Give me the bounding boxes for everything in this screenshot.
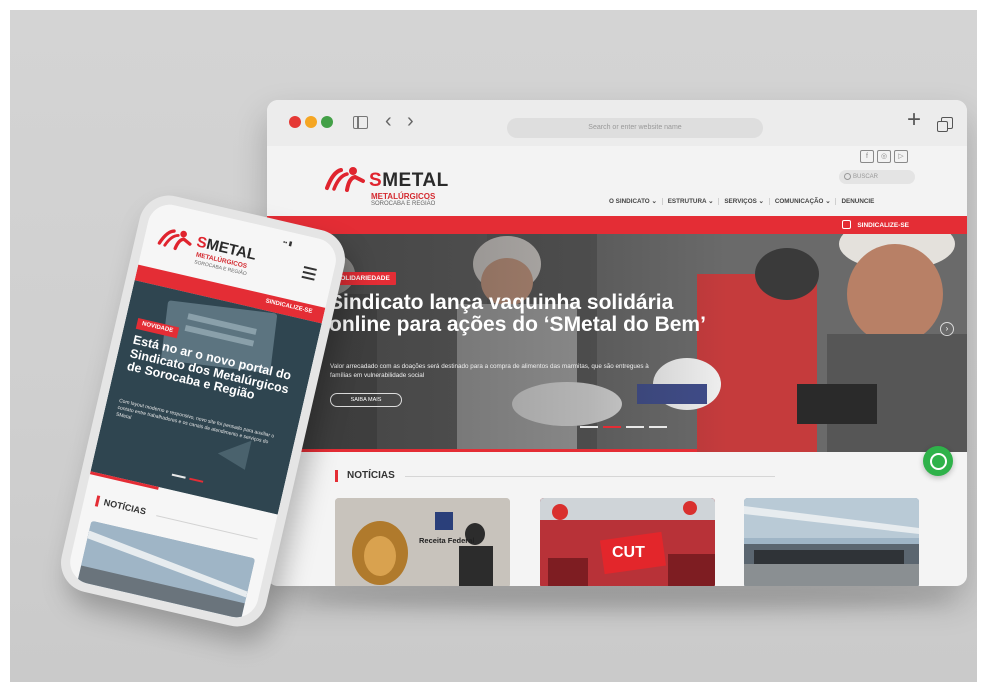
whatsapp-icon[interactable] [923,446,953,476]
hero-description: Valor arrecadado com as doações será des… [330,363,649,379]
news-section: NOTÍCIAS Receita Federal CUT [267,452,967,586]
slider-dot[interactable] [626,426,644,428]
menu-item-o-sindicato[interactable]: O SINDICATO ⌄ [604,197,663,205]
slider-dot-active[interactable] [603,426,621,428]
menu-item-denuncie[interactable]: DENUNCIE [836,198,879,205]
minimize-window-button[interactable] [305,116,317,128]
cta-bar: SINDICALIZE-SE [267,216,967,234]
hamburger-menu-icon[interactable] [301,266,317,284]
news-card[interactable]: CUT [540,498,715,586]
section-marker [94,495,101,507]
phone-news-heading: NOTÍCIAS [102,497,148,517]
news-card-caption: CUT [612,544,645,561]
member-card-icon [842,220,852,229]
logo-line2: SOROCABA E REGIÃO [371,201,436,207]
logo-line1: METALÚRGICOS [371,192,436,201]
mockup-background: ‹ › Search or enter website name + SMETA… [10,10,977,682]
sidebar-toggle-icon[interactable] [353,116,368,129]
browser-window: ‹ › Search or enter website name + SMETA… [267,100,967,586]
youtube-icon[interactable]: ▷ [894,150,908,163]
sindicalize-se-link[interactable]: SINDICALIZE-SE [842,220,909,229]
news-card[interactable] [744,498,919,586]
section-divider [405,476,775,477]
site-header: SMETAL METALÚRGICOS SOROCABA E REGIÃO f … [267,146,967,216]
browser-toolbar: ‹ › Search or enter website name + [267,100,967,147]
instagram-icon[interactable]: ◎ [877,150,891,163]
news-card-image [744,498,919,586]
address-bar-placeholder: Search or enter website name [588,124,682,131]
slider-next-icon[interactable]: › [940,322,954,336]
slider-pagination [580,426,667,428]
news-heading: NOTÍCIAS [347,470,395,481]
maximize-window-button[interactable] [321,116,333,128]
section-divider [156,515,258,540]
news-card-image [540,498,715,586]
forward-button[interactable]: › [407,110,414,132]
address-bar[interactable]: Search or enter website name [507,118,763,138]
close-window-button[interactable] [289,116,301,128]
floor-shadow [310,585,950,611]
main-menu: O SINDICATO ⌄ ESTRUTURA ⌄ SERVIÇOS ⌄ COM… [604,194,879,208]
hero-title[interactable]: Sindicato lança vaquinha solidária onlin… [329,292,729,336]
news-card-caption: Receita Federal [419,536,475,545]
news-card[interactable]: Receita Federal [335,498,510,586]
back-button[interactable]: ‹ [385,110,392,132]
smetal-logo-mark-icon [325,167,365,192]
search-input[interactable]: BUSCAR [839,170,915,184]
new-tab-button[interactable]: + [907,108,921,132]
slider-dot[interactable] [649,426,667,428]
tab-overview-icon[interactable] [937,117,953,132]
menu-item-servicos[interactable]: SERVIÇOS ⌄ [719,197,770,205]
logo-wordmark: SMETAL [369,170,449,191]
slider-dot[interactable] [580,426,598,428]
section-marker [335,470,338,482]
hero-slider: SOLIDARIEDADE Sindicato lança vaquinha s… [267,234,967,452]
smetal-logo[interactable]: SMETAL METALÚRGICOS SOROCABA E REGIÃO [325,162,485,212]
search-placeholder: BUSCAR [853,174,879,180]
status-bar-icons: ▪▪ ▮ [282,239,293,248]
facebook-icon[interactable]: f [860,150,874,163]
saiba-mais-button[interactable]: SAIBA MAIS [330,393,402,407]
menu-item-comunicacao[interactable]: COMUNICAÇÃO ⌄ [770,197,837,205]
menu-item-estrutura[interactable]: ESTRUTURA ⌄ [663,197,720,205]
